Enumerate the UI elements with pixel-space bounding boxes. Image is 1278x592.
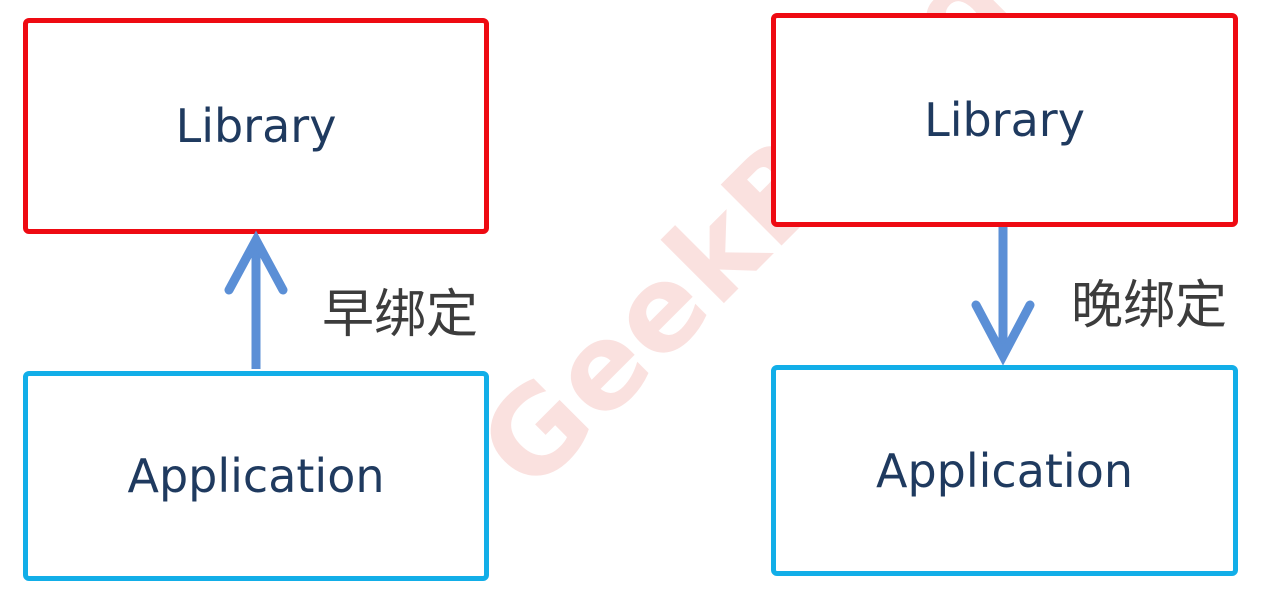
late-binding-label: 晚绑定 — [1071, 276, 1228, 336]
application-box-right: Application — [771, 365, 1238, 576]
application-label: Application — [875, 443, 1134, 498]
